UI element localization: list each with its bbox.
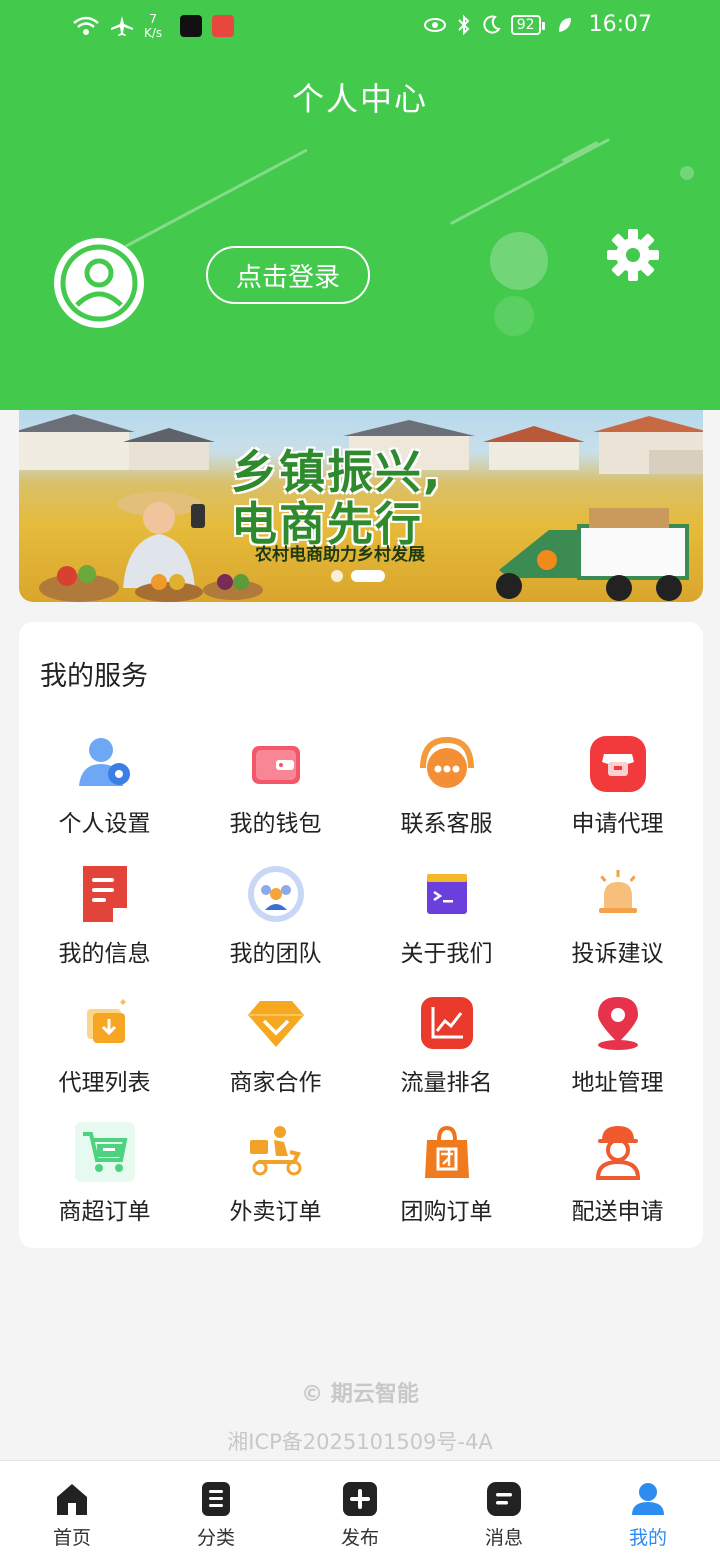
category-list-icon: [202, 1482, 230, 1516]
airplane-icon: [111, 16, 133, 36]
service-takeout-orders[interactable]: 外卖订单: [190, 1118, 361, 1238]
tab-label: 消息: [484, 1527, 523, 1549]
download-box-icon: [86, 999, 126, 1043]
tab-label: 发布: [340, 1527, 379, 1549]
user-avatar-icon: [60, 244, 138, 322]
service-label: 地址管理: [571, 1070, 664, 1096]
wallet-icon: [251, 746, 300, 784]
section-title: 我的服务: [40, 661, 148, 692]
service-label: 投诉建议: [571, 941, 664, 967]
courier-icon: [595, 1126, 640, 1180]
alarm-icon: [598, 870, 637, 913]
service-label: 商家合作: [229, 1070, 322, 1096]
headset-icon: [419, 736, 474, 788]
service-label: 联系客服: [400, 811, 493, 837]
tiktok-app-icon: [180, 15, 203, 37]
plus-icon: [343, 1482, 377, 1516]
service-my-team[interactable]: 我的团队: [190, 860, 361, 980]
trend-chart-icon: [420, 997, 473, 1049]
service-complaints[interactable]: 投诉建议: [532, 860, 703, 980]
bluetooth-icon: [458, 14, 470, 35]
service-label: 我的钱包: [229, 811, 322, 837]
tab-messages[interactable]: 消息: [432, 1461, 576, 1560]
tab-label: 首页: [52, 1527, 91, 1549]
tab-home[interactable]: 首页: [0, 1461, 144, 1560]
diamond-icon: [247, 1001, 304, 1047]
login-button[interactable]: 点击登录: [206, 246, 370, 304]
service-apply-agent[interactable]: 申请代理: [532, 730, 703, 850]
service-label: 代理列表: [58, 1070, 151, 1096]
net-speed-value: 7: [149, 12, 157, 26]
service-label: 我的信息: [58, 941, 151, 967]
clock: 16:07: [588, 12, 652, 37]
pagination-dot-active[interactable]: [351, 570, 385, 582]
net-speed-unit: K/s: [144, 26, 163, 40]
service-about-us[interactable]: 关于我们: [361, 860, 532, 980]
tab-label: 分类: [196, 1527, 235, 1549]
group-buy-bag-icon: [424, 1125, 469, 1178]
network-speed: 7 K/s: [144, 12, 162, 40]
decor-bubble: [490, 232, 548, 290]
tab-category[interactable]: 分类: [144, 1461, 288, 1560]
service-merchant-cooperation[interactable]: 商家合作: [190, 989, 361, 1109]
service-label: 团购订单: [400, 1199, 493, 1225]
avatar[interactable]: [54, 238, 144, 328]
team-icon: [247, 866, 304, 922]
profile-header: 7 K/s 92 16:07 个人中心 点击登录: [0, 0, 720, 410]
profile-icon: [632, 1483, 664, 1515]
user-settings-icon: [78, 738, 130, 786]
service-label: 申请代理: [571, 811, 664, 837]
wifi-icon: [73, 16, 99, 35]
service-my-info[interactable]: 我的信息: [19, 860, 190, 980]
decor-bubble: [494, 296, 534, 336]
service-label: 商超订单: [58, 1199, 151, 1225]
service-supermarket-orders[interactable]: 商超订单: [19, 1118, 190, 1238]
banner-subtitle: 农村电商助力乡村发展: [255, 545, 425, 565]
terminal-icon: [426, 874, 467, 914]
tab-mine[interactable]: 我的: [576, 1461, 720, 1560]
service-label: 外卖订单: [229, 1199, 322, 1225]
settings-gear-icon[interactable]: [606, 228, 660, 282]
pagination-dot[interactable]: [331, 570, 343, 582]
leaf-icon: [558, 17, 571, 32]
notification-app-icon: [212, 15, 235, 37]
page-title: 个人中心: [291, 80, 428, 118]
service-traffic-ranking[interactable]: 流量排名: [361, 989, 532, 1109]
status-bar: 7 K/s 92 16:07: [0, 0, 720, 56]
tab-publish[interactable]: 发布: [288, 1461, 432, 1560]
bottom-tab-bar: 首页 分类 发布 消息 我的: [0, 1460, 720, 1560]
service-my-wallet[interactable]: 我的钱包: [190, 730, 361, 850]
document-icon: [82, 866, 127, 922]
decor-streak: [561, 140, 599, 163]
service-customer-support[interactable]: 联系客服: [361, 730, 532, 850]
delivery-scooter-icon: [249, 1126, 301, 1176]
message-icon: [487, 1482, 521, 1516]
service-personal-settings[interactable]: 个人设置: [19, 730, 190, 850]
tab-label: 我的: [628, 1527, 667, 1549]
decor-streak: [449, 137, 611, 226]
service-label: 个人设置: [58, 811, 151, 837]
service-label: 关于我们: [400, 941, 493, 967]
service-label: 配送申请: [571, 1199, 664, 1225]
battery-indicator: 92: [510, 14, 545, 35]
icp-record-text[interactable]: 湘ICP备2025101509号-4A: [0, 1426, 720, 1456]
my-services-card: 我的服务 个人设置 我的钱包 联系客服 申请代理 我的信息 我的团队 关于我们 …: [19, 622, 703, 1248]
decor-bubble: [680, 166, 694, 180]
cart-icon: [74, 1122, 135, 1182]
copyright-text: © 期云智能: [301, 1382, 419, 1407]
banner-pagination: [331, 570, 385, 582]
location-pin-icon: [597, 997, 638, 1050]
shop-icon: [589, 736, 646, 792]
home-icon: [57, 1484, 87, 1515]
moon-icon: [483, 15, 501, 33]
service-agent-list[interactable]: 代理列表: [19, 989, 190, 1109]
promo-banner[interactable]: 乡镇振兴, 电商先行 农村电商助力乡村发展: [19, 410, 703, 602]
decor-streak: [112, 148, 308, 255]
service-group-buy-orders[interactable]: 团购订单: [361, 1118, 532, 1238]
service-label: 我的团队: [229, 941, 322, 967]
eye-comfort-icon: [423, 17, 446, 32]
service-address-management[interactable]: 地址管理: [532, 989, 703, 1109]
service-label: 流量排名: [400, 1070, 493, 1096]
service-delivery-application[interactable]: 配送申请: [532, 1118, 703, 1238]
